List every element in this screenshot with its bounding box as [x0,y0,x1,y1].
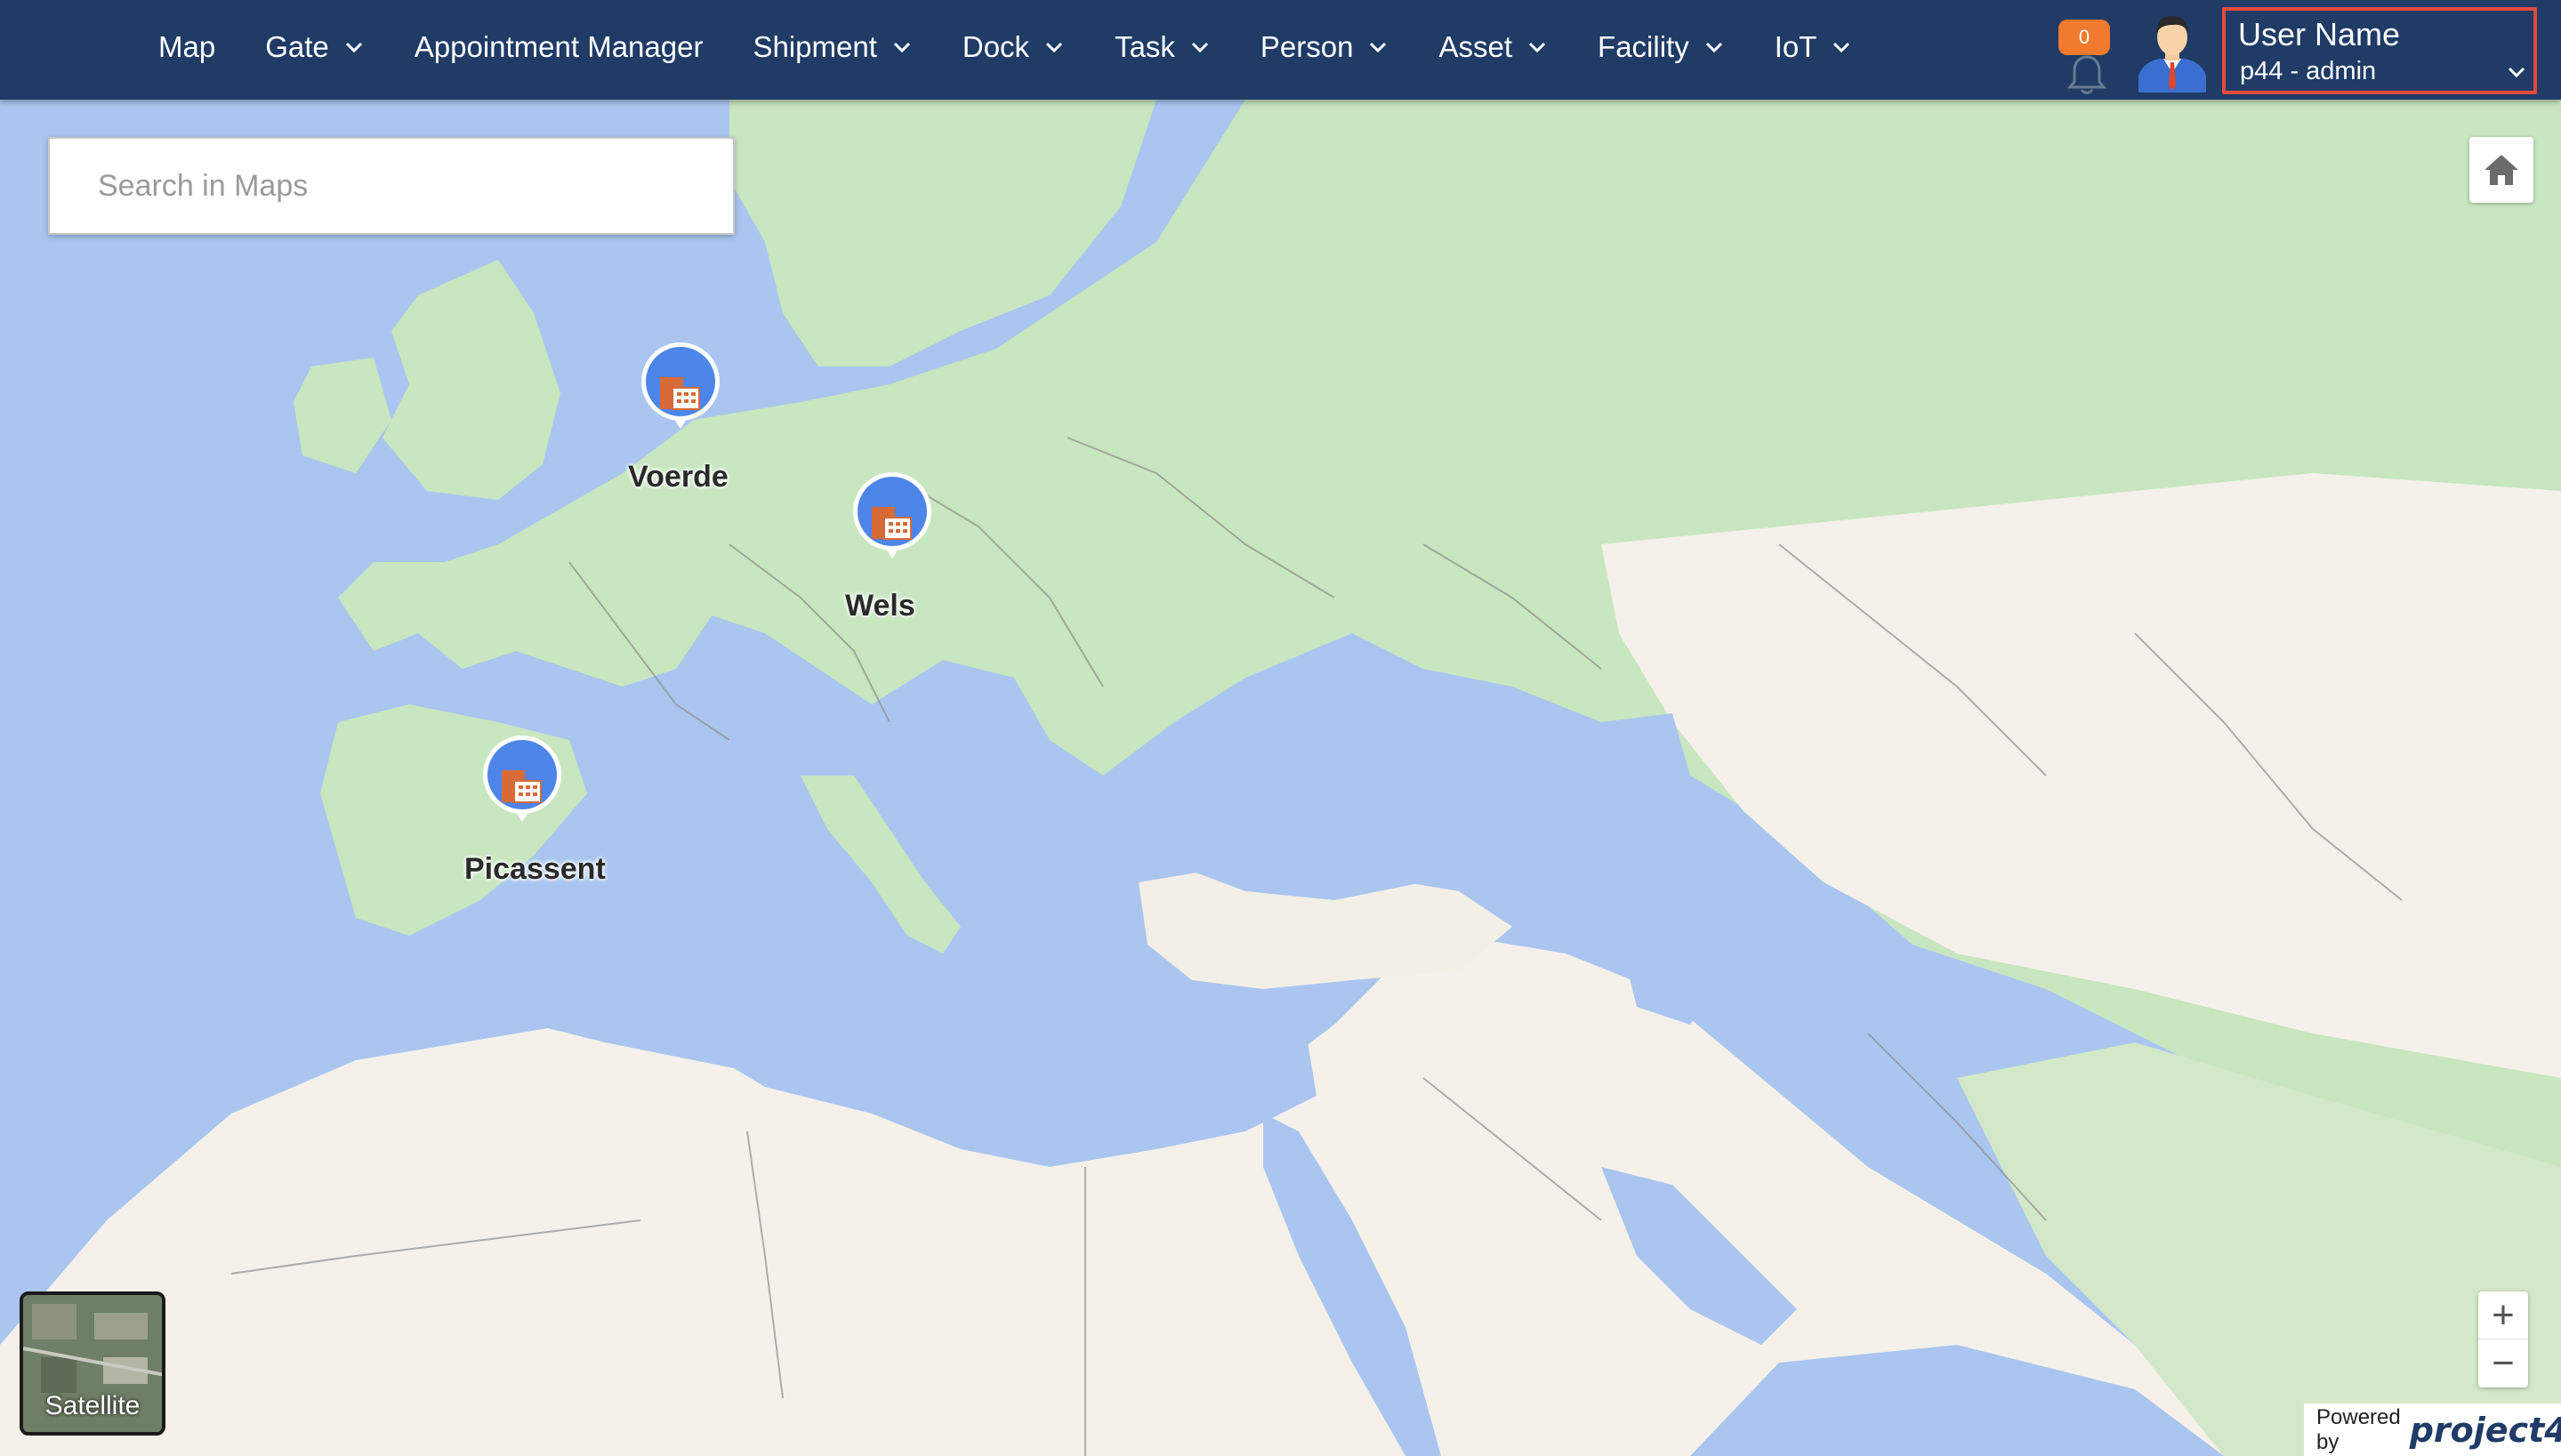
nav-item-shipment[interactable]: Shipment [728,0,937,94]
user-avatar-icon[interactable] [2135,11,2210,93]
facility-marker-wels[interactable] [852,471,932,560]
zoom-out-button[interactable]: − [2478,1339,2528,1388]
nav-item-map[interactable]: Map [133,0,240,94]
zoom-control: + − [2478,1291,2528,1388]
nav-item-dock[interactable]: Dock [938,0,1090,94]
home-button[interactable] [2469,137,2533,203]
nav-item-label: Asset [1438,30,1513,63]
user-name: User Name [2238,16,2401,52]
marker-label-wels: Wels [845,589,915,623]
nav-item-iot[interactable]: IoT [1750,0,1878,94]
satellite-label: Satellite [44,1391,141,1420]
chevron-down-icon [1831,36,1852,58]
nav-item-label: Person [1260,30,1354,63]
nav-item-label: Map [158,30,216,63]
chevron-down-icon [2508,67,2525,78]
marker-label-picassent: Picassent [464,852,606,886]
chevron-down-icon [1526,36,1548,58]
chevron-down-icon [1189,36,1211,58]
marker-label-voerde: Voerde [628,460,729,494]
main-menu: Map Gate Appointment Manager Shipment Dock Ta… [133,0,1877,94]
nav-item-label: Task [1115,30,1175,63]
user-role: p44 - admin [2240,57,2377,85]
bell-icon [2067,55,2106,94]
nav-item-gate[interactable]: Gate [240,0,390,94]
brand-logo: project44 [2409,1410,2561,1450]
nav-item-label: Appointment Manager [414,30,704,63]
map-tiles [0,100,2561,1456]
notification-count-badge: 0 [2058,20,2110,55]
facility-icon [483,736,561,822]
chevron-down-icon [891,36,913,58]
chevron-down-icon [1703,36,1725,58]
map-canvas[interactable]: Voerde Wels Picassent [0,100,2561,1456]
notifications-button[interactable]: 0 [2055,18,2117,98]
chevron-down-icon [343,36,365,58]
nav-item-person[interactable]: Person [1236,0,1414,94]
zoom-in-button[interactable]: + [2478,1291,2528,1339]
chevron-down-icon [1043,36,1065,58]
nav-item-appointment-manager[interactable]: Appointment Manager [390,0,729,94]
search-input[interactable] [50,139,733,233]
facility-icon [641,342,720,429]
nav-item-label: Dock [962,30,1030,63]
map-search-box [48,137,735,235]
nav-item-facility[interactable]: Facility [1573,0,1750,94]
attribution: Powered by project44 [2304,1404,2561,1456]
facility-icon [853,472,931,559]
powered-by-text: Powered by [2316,1404,2401,1454]
satellite-toggle-button[interactable]: Satellite [20,1291,165,1436]
facility-marker-voerde[interactable] [640,342,721,430]
nav-item-label: Shipment [753,30,877,63]
home-icon [2484,155,2518,185]
top-navigation-bar: Map Gate Appointment Manager Shipment Dock Ta… [0,0,2561,100]
chevron-down-icon [1367,36,1389,58]
nav-item-label: Gate [265,30,329,63]
user-menu-button[interactable]: User Name p44 - admin [2222,7,2537,94]
facility-marker-picassent[interactable] [482,735,562,824]
nav-item-asset[interactable]: Asset [1413,0,1573,94]
nav-item-label: IoT [1774,30,1817,63]
nav-item-label: Facility [1598,30,1689,63]
nav-item-task[interactable]: Task [1090,0,1236,94]
